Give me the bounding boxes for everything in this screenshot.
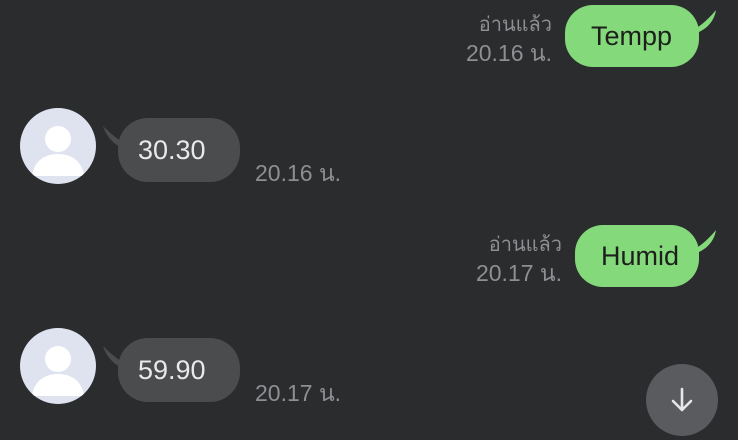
- avatar[interactable]: [20, 328, 96, 404]
- message-time: 20.16 น.: [465, 40, 552, 66]
- message-text: Humid: [601, 241, 680, 271]
- message-meta: อ่านแล้ว 20.16 น.: [466, 12, 552, 68]
- arrow-down-icon: [671, 387, 693, 412]
- read-receipt: อ่านแล้ว: [478, 14, 552, 36]
- incoming-message-bubble[interactable]: 30.30: [118, 118, 240, 182]
- message-text: Tempp: [591, 21, 673, 51]
- chat-view[interactable]: อ่านแล้ว 20.16 น. Tempp 30.30 20.16 น. อ…: [0, 0, 738, 440]
- message-text: 30.30: [138, 135, 206, 165]
- message-meta: อ่านแล้ว 20.17 น.: [476, 232, 562, 288]
- scroll-to-bottom-button[interactable]: [646, 364, 718, 436]
- outgoing-message-bubble[interactable]: Humid: [575, 225, 699, 287]
- default-user-avatar-icon: [32, 346, 84, 396]
- default-user-avatar-icon: [32, 126, 84, 176]
- incoming-message-bubble[interactable]: 59.90: [118, 338, 240, 402]
- message-text: 59.90: [138, 355, 206, 385]
- avatar[interactable]: [20, 108, 96, 184]
- message-time: 20.16 น.: [255, 160, 342, 186]
- read-receipt: อ่านแล้ว: [488, 234, 562, 256]
- outgoing-message-bubble[interactable]: Tempp: [565, 5, 699, 67]
- message-time: 20.17 น.: [255, 380, 342, 406]
- message-time: 20.17 น.: [475, 260, 562, 286]
